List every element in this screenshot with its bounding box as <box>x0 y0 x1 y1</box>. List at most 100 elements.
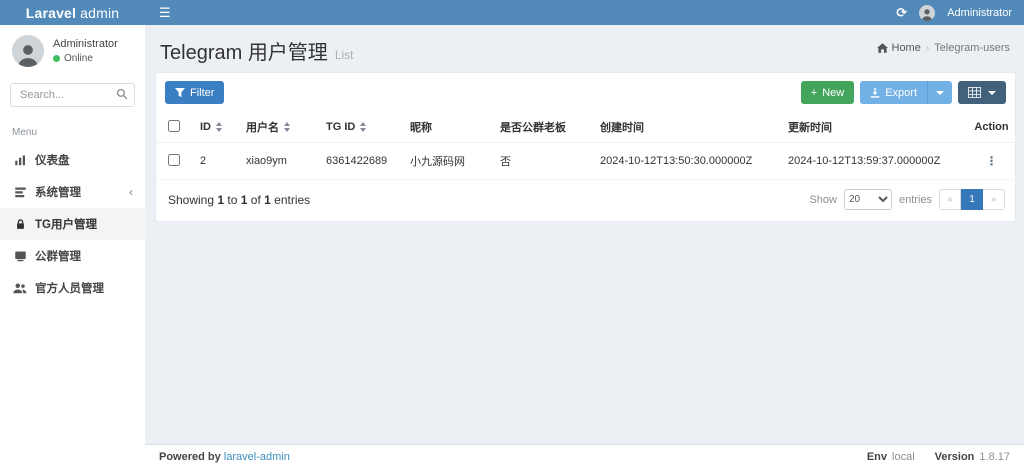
footer-right: Env local Version 1.8.17 <box>867 451 1010 463</box>
sort-icon[interactable] <box>216 122 222 132</box>
sidebar-user-status: Online <box>53 53 118 64</box>
column-selector-button[interactable] <box>958 81 1006 104</box>
column-header-username: 用户名 <box>246 122 279 134</box>
page-title: Telegram 用户管理 <box>160 42 328 64</box>
table-grid-icon <box>968 87 981 98</box>
row-actions-menu-icon[interactable]: ⋮ <box>986 154 998 168</box>
grid-box: Filter + New Export ID 用户名 TG ID 昵称 是否公群… <box>155 72 1016 222</box>
search-icon[interactable] <box>116 88 128 100</box>
cell-username: xiao9ym <box>240 142 320 180</box>
select-all-checkbox[interactable] <box>168 119 180 132</box>
navbar-right: ⟳ Administrator <box>896 4 1024 21</box>
laravel-admin-link[interactable]: laravel-admin <box>224 451 290 463</box>
main-content: Telegram 用户管理 List Home › Telegram-users … <box>145 25 1024 469</box>
per-page-select[interactable]: 20 <box>843 189 892 210</box>
cell-created: 2024-10-12T13:50:30.000000Z <box>594 142 782 180</box>
sidebar-user-panel: Administrator Online <box>0 25 145 75</box>
sidebar-search <box>10 83 135 107</box>
logo-light: admin <box>80 4 120 21</box>
sidebar-item-label: 系统管理 <box>35 187 81 199</box>
sidebar-item-tg-users[interactable]: TG用户管理 <box>0 208 145 240</box>
chevron-left-icon: ‹ <box>129 185 133 199</box>
sidebar-item-label: 仪表盘 <box>35 155 70 167</box>
sidebar-item-label: 官方人员管理 <box>35 283 104 295</box>
tasks-icon <box>13 186 27 198</box>
sidebar-menu: 仪表盘 系统管理 ‹ TG用户管理 公群管理 官方人员管理 <box>0 144 145 304</box>
breadcrumb: Home › Telegram-users <box>876 42 1010 54</box>
version-label: Version <box>934 451 975 463</box>
version-value: 1.8.17 <box>979 451 1010 463</box>
person-icon <box>921 8 933 21</box>
pager-zone: Show 20 entries « 1 » <box>809 189 1005 210</box>
cell-id: 2 <box>194 142 240 180</box>
sidebar-item-label: TG用户管理 <box>35 219 97 231</box>
breadcrumb-home-label: Home <box>891 42 921 54</box>
sidebar-item-label: 公群管理 <box>35 251 81 263</box>
data-table: ID 用户名 TG ID 昵称 是否公群老板 创建时间 更新时间 Action <box>156 112 1015 180</box>
show-label: Show <box>809 193 837 206</box>
breadcrumb-home[interactable]: Home <box>876 42 921 54</box>
sidebar-toggle-icon[interactable]: ☰ <box>145 0 185 25</box>
row-checkbox[interactable] <box>168 153 180 166</box>
table-row: 2 xiao9ym 6361422689 小九源码网 否 2024-10-12T… <box>156 142 1015 180</box>
bar-chart-icon <box>13 154 27 166</box>
column-header-updated: 更新时间 <box>782 112 968 143</box>
sort-icon[interactable] <box>360 122 367 132</box>
person-icon <box>18 45 38 67</box>
cell-tgid: 6361422689 <box>320 142 404 180</box>
pagination-page-1[interactable]: 1 <box>961 189 983 210</box>
column-header-boss: 是否公群老板 <box>494 112 594 143</box>
pagination-prev[interactable]: « <box>939 189 961 210</box>
lock-icon <box>13 218 27 230</box>
app-window: Laravel admin ☰ ⟳ Administrator Administr… <box>0 0 1024 469</box>
user-avatar[interactable] <box>919 4 936 21</box>
top-navbar: Laravel admin ☰ ⟳ Administrator <box>0 0 1024 25</box>
sort-icon[interactable] <box>284 122 290 132</box>
entries-label: entries <box>898 193 932 206</box>
export-dropdown-toggle[interactable] <box>927 81 952 104</box>
new-button-label: New <box>822 86 845 99</box>
download-icon <box>870 87 880 98</box>
powered-by: Powered by laravel-admin <box>159 451 290 463</box>
sidebar-item-staff[interactable]: 官方人员管理 <box>0 272 145 304</box>
grid-toolbar: Filter + New Export <box>156 73 1015 112</box>
export-button[interactable]: Export <box>860 81 927 104</box>
toolbar-right: + New Export <box>800 81 1006 104</box>
logo-bold: Laravel <box>25 4 77 21</box>
new-button[interactable]: + New <box>800 81 855 104</box>
breadcrumb-current: Telegram-users <box>934 42 1010 54</box>
sidebar-avatar <box>12 35 44 67</box>
refresh-icon[interactable]: ⟳ <box>896 5 907 21</box>
env-label: Env <box>866 451 888 463</box>
pagination-next[interactable]: » <box>983 189 1005 210</box>
showing-entries-text: Showing 1 to 1 of 1 entries <box>168 192 311 207</box>
column-header-action: Action <box>968 112 1015 143</box>
online-status-dot <box>53 55 60 62</box>
tv-icon <box>13 250 27 262</box>
sidebar-item-dashboard[interactable]: 仪表盘 <box>0 144 145 176</box>
navbar-main: ☰ ⟳ Administrator <box>145 0 1024 25</box>
sidebar-item-system[interactable]: 系统管理 ‹ <box>0 176 145 208</box>
plus-icon: + <box>810 86 818 99</box>
table-header-row: ID 用户名 TG ID 昵称 是否公群老板 创建时间 更新时间 Action <box>156 112 1015 143</box>
caret-down-icon <box>988 90 996 95</box>
content-header: Telegram 用户管理 List Home › Telegram-users <box>145 25 1024 72</box>
app-logo[interactable]: Laravel admin <box>0 0 145 25</box>
menu-header: Menu <box>12 127 38 138</box>
sidebar-user-name: Administrator <box>53 38 118 50</box>
column-header-created: 创建时间 <box>594 112 782 143</box>
sidebar: Administrator Online Menu <box>0 25 145 469</box>
filter-button[interactable]: Filter <box>165 81 225 104</box>
sidebar-item-groups[interactable]: 公群管理 <box>0 240 145 272</box>
users-icon <box>13 282 27 294</box>
pagination: « 1 » <box>939 189 1005 210</box>
grid-footer: Showing 1 to 1 of 1 entries Show 20 entr… <box>156 180 1015 221</box>
cell-nickname: 小九源码网 <box>404 142 494 180</box>
env-value: local <box>892 451 915 463</box>
column-header-nickname: 昵称 <box>404 112 494 143</box>
page-body: Administrator Online Menu <box>0 25 1024 469</box>
navbar-username[interactable]: Administrator <box>947 7 1012 19</box>
breadcrumb-separator: › <box>925 42 930 54</box>
filter-button-label: Filter <box>190 86 215 99</box>
